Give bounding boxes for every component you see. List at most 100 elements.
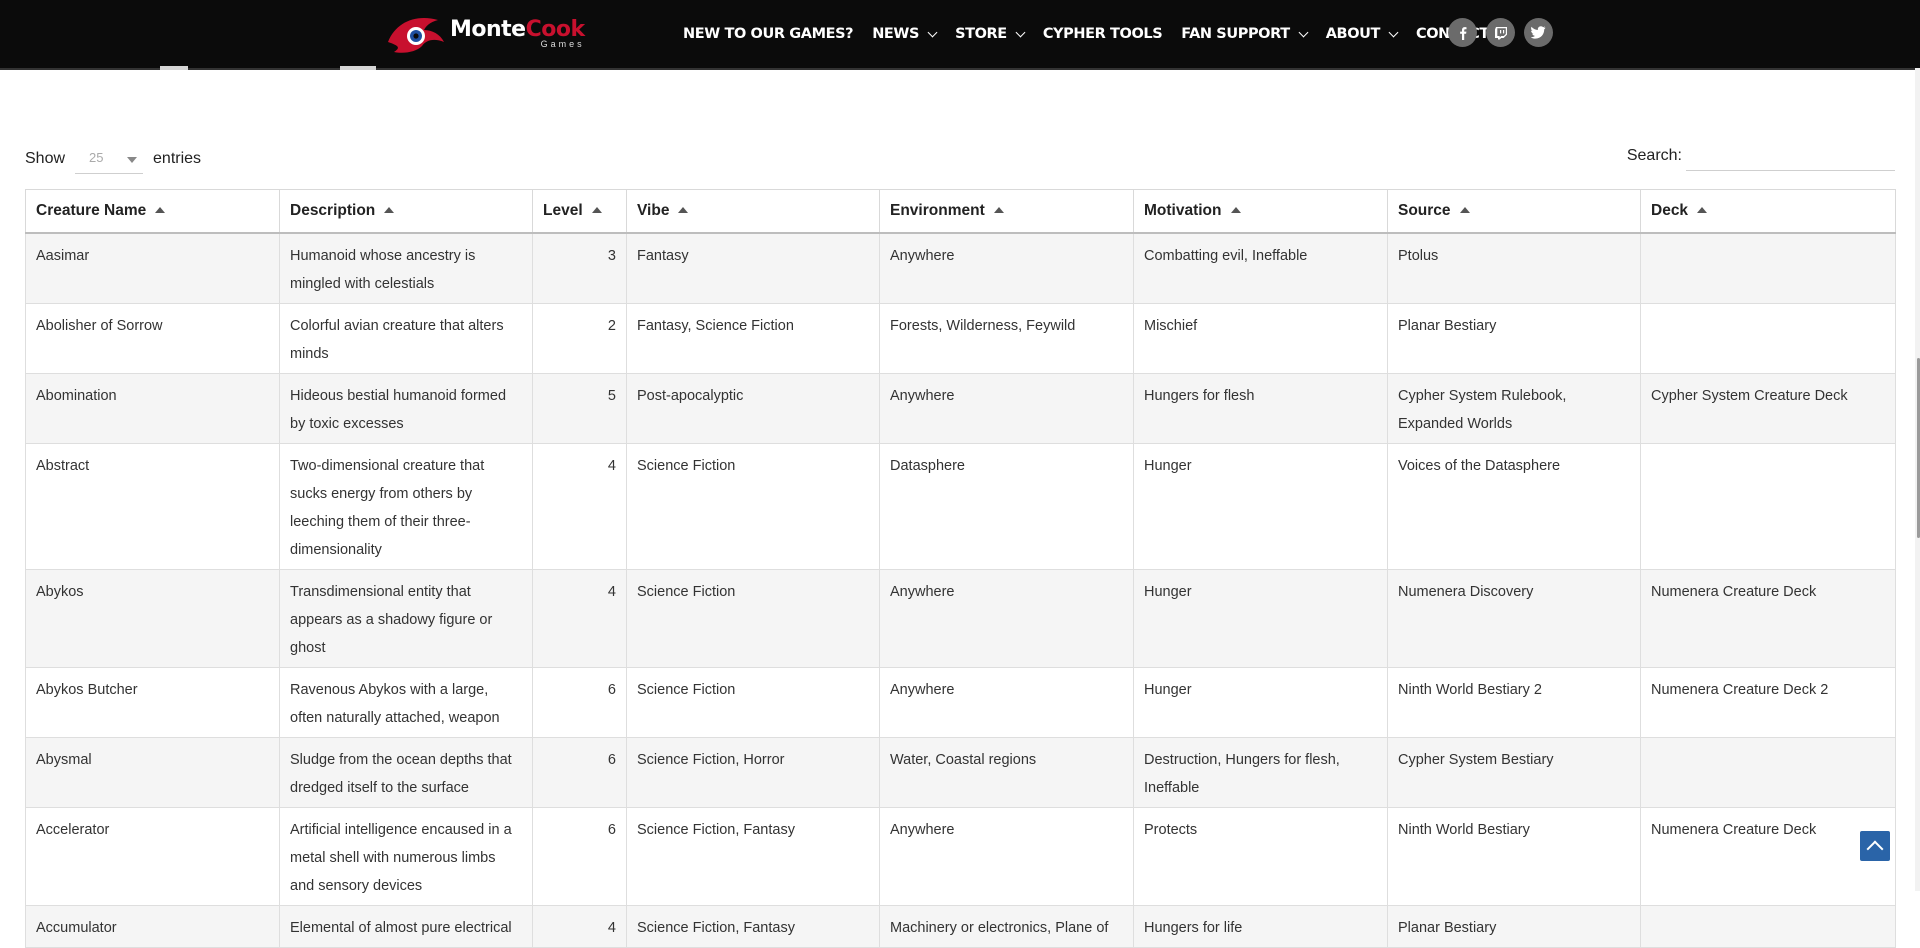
sort-asc-icon (993, 207, 1004, 213)
nav-new-to-our-games[interactable]: NEW TO OUR GAMES? (683, 26, 854, 42)
cell-vibe: Science Fiction, Fantasy (626, 905, 880, 948)
nav-store[interactable]: STORE (955, 26, 1026, 42)
cell-vibe: Post-apocalyptic (626, 373, 880, 444)
show-label: Show (25, 150, 66, 167)
cell-deck (1640, 905, 1896, 948)
cell-level: 2 (532, 303, 627, 374)
search-label: Search: (1626, 146, 1682, 164)
cell-vibe: Science Fiction (626, 569, 880, 668)
cell-vibe: Science Fiction (626, 667, 880, 738)
cell-vibe: Fantasy, Science Fiction (626, 303, 880, 374)
cell-level: 6 (532, 667, 627, 738)
page-length-control: Show 25 entries (25, 144, 201, 174)
sort-asc-icon (678, 207, 689, 213)
cell-vibe: Fantasy (626, 232, 880, 304)
cell-environment: Water, Coastal regions (879, 737, 1134, 808)
sort-asc-icon (591, 207, 602, 213)
scrolled-content-fragment (340, 66, 376, 70)
cell-motivation: Hunger (1133, 443, 1388, 570)
search-input[interactable] (1686, 140, 1895, 171)
page-scrollbar[interactable] (1915, 68, 1920, 891)
cell-motivation: Mischief (1133, 303, 1388, 374)
cell-environment: Anywhere (879, 569, 1134, 668)
column-header-environment[interactable]: Environment (879, 189, 1134, 234)
nav-label: STORE (955, 26, 1007, 42)
cell-level: 6 (532, 737, 627, 808)
cell-description: Humanoid whose ancestry is mingled with … (279, 232, 533, 304)
nav-label: ABOUT (1325, 26, 1381, 42)
column-label: Description (290, 202, 376, 219)
cell-description: Elemental of almost pure electrical (279, 905, 533, 948)
caret-down-icon (127, 157, 138, 163)
cell-level: 4 (532, 443, 627, 570)
column-header-description[interactable]: Description (279, 189, 533, 234)
eye-logo-icon (388, 18, 444, 53)
page-length-value: 25 (89, 150, 104, 165)
column-header-source[interactable]: Source (1387, 189, 1641, 234)
cell-creature-name: Aasimar (25, 232, 280, 304)
sort-asc-icon (1697, 207, 1708, 213)
cell-creature-name: Accumulator (25, 905, 280, 948)
cell-deck: Numenera Creature Deck 2 (1640, 667, 1896, 738)
logo-wordmark: MonteCook Games (450, 19, 585, 49)
cell-motivation: Hunger (1133, 667, 1388, 738)
cell-level: 5 (532, 373, 627, 444)
main-nav: NEW TO OUR GAMES? NEWS STORE CYPHER TOOL… (683, 0, 1515, 68)
back-to-top-button[interactable] (1860, 831, 1890, 861)
nav-label: NEWS (872, 26, 920, 42)
cell-description: Two-dimensional creature that sucks ener… (279, 443, 533, 570)
twitch-icon[interactable] (1486, 18, 1515, 47)
nav-label: CYPHER TOOLS (1042, 26, 1163, 42)
column-label: Environment (890, 202, 985, 219)
site-header: MonteCook Games NEW TO OUR GAMES? NEWS S… (0, 0, 1920, 70)
page-length-select[interactable]: 25 (75, 144, 144, 174)
table-row: Abykos Butcher Ravenous Abykos with a la… (25, 667, 1896, 738)
cell-creature-name: Abomination (25, 373, 280, 444)
table-row: Abykos Transdimensional entity that appe… (25, 569, 1896, 668)
table-row: Abomination Hideous bestial humanoid for… (25, 373, 1896, 444)
cell-deck (1640, 303, 1896, 374)
cell-description: Transdimensional entity that appears as … (279, 569, 533, 668)
sort-asc-icon (155, 207, 166, 213)
cell-motivation: Combatting evil, Ineffable (1133, 232, 1388, 304)
column-header-deck[interactable]: Deck (1640, 189, 1896, 234)
column-header-vibe[interactable]: Vibe (626, 189, 880, 234)
cell-creature-name: Abstract (25, 443, 280, 570)
nav-label: FAN SUPPORT (1181, 26, 1290, 42)
cell-motivation: Hunger (1133, 569, 1388, 668)
table-search: Search: (1627, 140, 1895, 171)
cell-motivation: Hungers for life (1133, 905, 1388, 948)
nav-news[interactable]: NEWS (872, 26, 938, 42)
cell-source: Numenera Discovery (1387, 569, 1641, 668)
logo-text-main: Monte (450, 17, 526, 42)
cell-motivation: Hungers for flesh (1133, 373, 1388, 444)
nav-about[interactable]: ABOUT (1325, 26, 1399, 42)
column-header-level[interactable]: Level (532, 189, 627, 234)
column-label: Motivation (1144, 202, 1222, 219)
cell-source: Cypher System Rulebook, Expanded Worlds (1387, 373, 1641, 444)
cell-deck (1640, 737, 1896, 808)
cell-creature-name: Abykos Butcher (25, 667, 280, 738)
nav-label: NEW TO OUR GAMES? (683, 26, 854, 42)
cell-environment: Forests, Wilderness, Feywild (879, 303, 1134, 374)
cell-level: 4 (532, 905, 627, 948)
column-label: Level (543, 202, 583, 219)
column-header-motivation[interactable]: Motivation (1133, 189, 1388, 234)
cell-vibe: Science Fiction (626, 443, 880, 570)
cell-source: Planar Bestiary (1387, 303, 1641, 374)
facebook-icon[interactable] (1448, 18, 1477, 47)
nav-fan-support[interactable]: FAN SUPPORT (1181, 26, 1309, 42)
site-logo[interactable]: MonteCook Games (386, 12, 585, 56)
table-row: Aasimar Humanoid whose ancestry is mingl… (25, 232, 1896, 304)
sort-asc-icon (1459, 207, 1470, 213)
cell-vibe: Science Fiction, Horror (626, 737, 880, 808)
column-label: Creature Name (36, 202, 147, 219)
table-row: Abstract Two-dimensional creature that s… (25, 443, 1896, 570)
twitter-icon[interactable] (1524, 18, 1553, 47)
chevron-down-icon (1298, 27, 1309, 37)
scrolled-content-fragment (160, 66, 188, 70)
column-label: Source (1398, 202, 1451, 219)
nav-cypher-tools[interactable]: CYPHER TOOLS (1042, 26, 1163, 42)
cell-source: Ptolus (1387, 232, 1641, 304)
column-header-creature-name[interactable]: Creature Name (25, 189, 280, 234)
